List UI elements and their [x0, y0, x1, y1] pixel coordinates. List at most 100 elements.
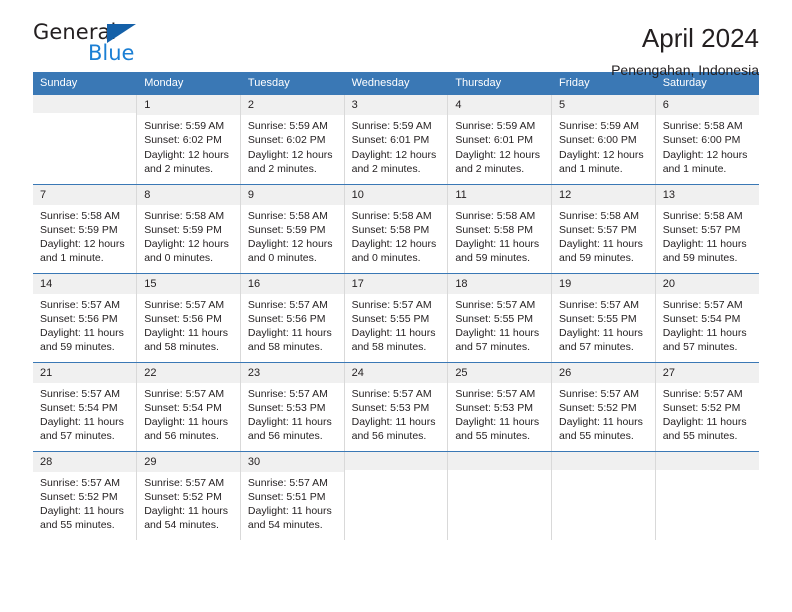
sunrise-text: Sunrise: 5:58 AM — [662, 120, 743, 133]
sunrise-text: Sunrise: 5:58 AM — [144, 209, 225, 222]
daylight-text-cont: and 55 minutes. — [662, 430, 738, 443]
calendar-day-cell[interactable]: 21 Sunrise: 5:57 AM Sunset: 5:54 PM Dayligh… — [33, 362, 138, 452]
calendar-day-cell[interactable]: 29 Sunrise: 5:57 AM Sunset: 5:52 PM Dayligh… — [136, 451, 241, 541]
daylight-text: Daylight: 12 hours — [455, 148, 540, 161]
calendar-day-cell[interactable]: 9 Sunrise: 5:58 AM Sunset: 5:59 PM Daylight… — [240, 184, 345, 274]
calendar-day-cell[interactable]: 24 Sunrise: 5:57 AM Sunset: 5:53 PM Dayligh… — [344, 362, 449, 452]
daylight-text-cont: and 59 minutes. — [455, 252, 531, 265]
sunrise-text: Sunrise: 5:57 AM — [351, 387, 432, 400]
calendar-day-cell[interactable]: 5 Sunrise: 5:59 AM Sunset: 6:00 PM Daylight… — [551, 95, 656, 185]
sunset-text: Sunset: 5:53 PM — [455, 401, 533, 414]
sunset-text: Sunset: 5:52 PM — [40, 490, 118, 503]
weekday-header-thursday: Thursday — [447, 72, 553, 96]
calendar-day-cell[interactable]: 28 Sunrise: 5:57 AM Sunset: 5:52 PM Dayligh… — [33, 451, 138, 541]
calendar-day-cell[interactable]: 25 Sunrise: 5:57 AM Sunset: 5:53 PM Dayligh… — [447, 362, 553, 452]
calendar-page: General Blue April 2024 Penengahan, Indo… — [0, 0, 792, 612]
day-number: 16 — [240, 273, 344, 294]
calendar-day-cell[interactable]: 4 Sunrise: 5:59 AM Sunset: 6:01 PM Daylight… — [447, 95, 553, 185]
sunset-text: Sunset: 5:58 PM — [351, 223, 430, 236]
daylight-text: Daylight: 11 hours — [40, 505, 124, 518]
calendar-day-cell[interactable]: 23 Sunrise: 5:57 AM Sunset: 5:53 PM Dayligh… — [240, 362, 345, 452]
sunrise-text: Sunrise: 5:58 AM — [351, 209, 432, 222]
daylight-text-cont: and 55 minutes. — [455, 430, 531, 443]
calendar-day-cell[interactable]: 12 Sunrise: 5:58 AM Sunset: 5:57 PM Dayligh… — [551, 184, 656, 274]
daylight-text: Daylight: 11 hours — [144, 327, 229, 340]
sunset-text: Sunset: 5:56 PM — [40, 312, 118, 325]
day-number: 9 — [240, 184, 344, 205]
daylight-text: Daylight: 11 hours — [247, 416, 332, 429]
daylight-text-cont: and 56 minutes. — [144, 430, 219, 443]
day-number: 19 — [552, 273, 655, 294]
sunrise-text: Sunrise: 5:57 AM — [455, 298, 536, 311]
calendar-day-cell[interactable]: 15 Sunrise: 5:57 AM Sunset: 5:56 PM Dayligh… — [136, 273, 241, 363]
daylight-text: Daylight: 11 hours — [662, 416, 747, 429]
sunrise-text: Sunrise: 5:58 AM — [662, 209, 743, 222]
generalblue-logo[interactable]: General Blue — [33, 22, 163, 70]
calendar-day-cell[interactable]: 20 Sunrise: 5:57 AM Sunset: 5:54 PM Dayligh… — [655, 273, 759, 363]
calendar-day-cell[interactable]: 22 Sunrise: 5:57 AM Sunset: 5:54 PM Dayligh… — [136, 362, 241, 452]
daylight-text-cont: and 59 minutes. — [559, 252, 634, 265]
day-number: 12 — [552, 184, 655, 205]
daylight-text-cont: and 59 minutes. — [662, 252, 738, 265]
daylight-text: Daylight: 12 hours — [559, 148, 644, 161]
day-details: Sunrise: 5:57 AM Sunset: 5:56 PM Daylight:… — [241, 294, 344, 355]
daylight-text: Daylight: 12 hours — [40, 238, 125, 251]
day-number: 27 — [655, 362, 759, 383]
day-details: Sunrise: 5:58 AM Sunset: 5:59 PM Daylight:… — [241, 205, 344, 266]
day-number: 18 — [448, 273, 552, 294]
day-number — [448, 451, 552, 470]
day-number: 21 — [33, 362, 137, 383]
calendar-day-cell[interactable]: 18 Sunrise: 5:57 AM Sunset: 5:55 PM Dayligh… — [447, 273, 553, 363]
calendar-day-cell[interactable]: 27 Sunrise: 5:57 AM Sunset: 5:52 PM Dayligh… — [655, 362, 759, 452]
calendar-day-cell[interactable]: 17 Sunrise: 5:57 AM Sunset: 5:55 PM Dayligh… — [344, 273, 449, 363]
sunset-text: Sunset: 5:56 PM — [144, 312, 222, 325]
daylight-text-cont: and 55 minutes. — [559, 430, 634, 443]
sunrise-text: Sunrise: 5:58 AM — [40, 209, 120, 222]
calendar-day-cell[interactable]: 13 Sunrise: 5:58 AM Sunset: 5:57 PM Dayligh… — [655, 184, 759, 274]
daylight-text-cont: and 58 minutes. — [351, 341, 427, 354]
day-details: Sunrise: 5:59 AM Sunset: 6:01 PM Daylight:… — [345, 115, 448, 176]
day-details: Sunrise: 5:59 AM Sunset: 6:02 PM Daylight:… — [241, 115, 344, 176]
day-number: 14 — [33, 273, 137, 294]
daylight-text-cont: and 0 minutes. — [144, 252, 214, 265]
daylight-text-cont: and 57 minutes. — [455, 341, 531, 354]
calendar-week-row: 28 Sunrise: 5:57 AM Sunset: 5:52 PM Dayligh… — [33, 451, 759, 541]
calendar-day-cell[interactable]: 16 Sunrise: 5:57 AM Sunset: 5:56 PM Dayligh… — [240, 273, 345, 363]
sunrise-text: Sunrise: 5:57 AM — [40, 387, 120, 400]
calendar-week-row: 21 Sunrise: 5:57 AM Sunset: 5:54 PM Dayligh… — [33, 362, 759, 452]
sunrise-text: Sunrise: 5:58 AM — [559, 209, 639, 222]
sunset-text: Sunset: 6:01 PM — [455, 134, 533, 147]
day-details: Sunrise: 5:57 AM Sunset: 5:53 PM Daylight:… — [345, 383, 448, 444]
day-details: Sunrise: 5:57 AM Sunset: 5:52 PM Daylight:… — [552, 383, 655, 444]
sunset-text: Sunset: 5:55 PM — [351, 312, 430, 325]
calendar-day-cell[interactable]: 19 Sunrise: 5:57 AM Sunset: 5:55 PM Dayligh… — [551, 273, 656, 363]
sunset-text: Sunset: 6:01 PM — [351, 134, 430, 147]
day-number: 13 — [655, 184, 759, 205]
sunset-text: Sunset: 5:58 PM — [455, 223, 533, 236]
calendar-day-cell[interactable]: 11 Sunrise: 5:58 AM Sunset: 5:58 PM Dayligh… — [447, 184, 553, 274]
calendar-day-cell[interactable]: 30 Sunrise: 5:57 AM Sunset: 5:51 PM Dayligh… — [240, 451, 345, 541]
day-details: Sunrise: 5:58 AM Sunset: 5:57 PM Daylight:… — [552, 205, 655, 266]
sunrise-text: Sunrise: 5:57 AM — [247, 476, 328, 489]
calendar-day-cell[interactable]: 8 Sunrise: 5:58 AM Sunset: 5:59 PM Daylight… — [136, 184, 241, 274]
calendar-day-cell[interactable]: 1 Sunrise: 5:59 AM Sunset: 6:02 PM Daylight… — [136, 95, 241, 185]
day-details: Sunrise: 5:57 AM Sunset: 5:53 PM Daylight:… — [241, 383, 344, 444]
daylight-text: Daylight: 11 hours — [144, 505, 229, 518]
calendar-day-cell[interactable]: 6 Sunrise: 5:58 AM Sunset: 6:00 PM Daylight… — [655, 95, 759, 185]
calendar-day-cell[interactable]: 10 Sunrise: 5:58 AM Sunset: 5:58 PM Dayligh… — [344, 184, 449, 274]
calendar-day-cell[interactable]: 3 Sunrise: 5:59 AM Sunset: 6:01 PM Daylight… — [344, 95, 449, 185]
day-details: Sunrise: 5:59 AM Sunset: 6:00 PM Daylight:… — [552, 115, 655, 176]
day-number — [655, 451, 759, 470]
calendar-day-cell[interactable]: 26 Sunrise: 5:57 AM Sunset: 5:52 PM Dayligh… — [551, 362, 656, 452]
daylight-text: Daylight: 12 hours — [247, 238, 333, 251]
calendar-day-cell[interactable]: 2 Sunrise: 5:59 AM Sunset: 6:02 PM Daylight… — [240, 95, 345, 185]
calendar-day-cell[interactable]: 14 Sunrise: 5:57 AM Sunset: 5:56 PM Dayligh… — [33, 273, 138, 363]
daylight-text-cont: and 1 minute. — [559, 162, 623, 175]
daylight-text-cont: and 2 minutes. — [144, 162, 214, 175]
daylight-text-cont: and 0 minutes. — [247, 252, 317, 265]
calendar-day-cell[interactable]: 7 Sunrise: 5:58 AM Sunset: 5:59 PM Daylight… — [33, 184, 138, 274]
day-number: 23 — [240, 362, 344, 383]
sunrise-text: Sunrise: 5:57 AM — [144, 298, 225, 311]
calendar-cell-empty — [33, 95, 138, 185]
page-header: General Blue April 2024 Penengahan, Indo… — [33, 0, 759, 78]
